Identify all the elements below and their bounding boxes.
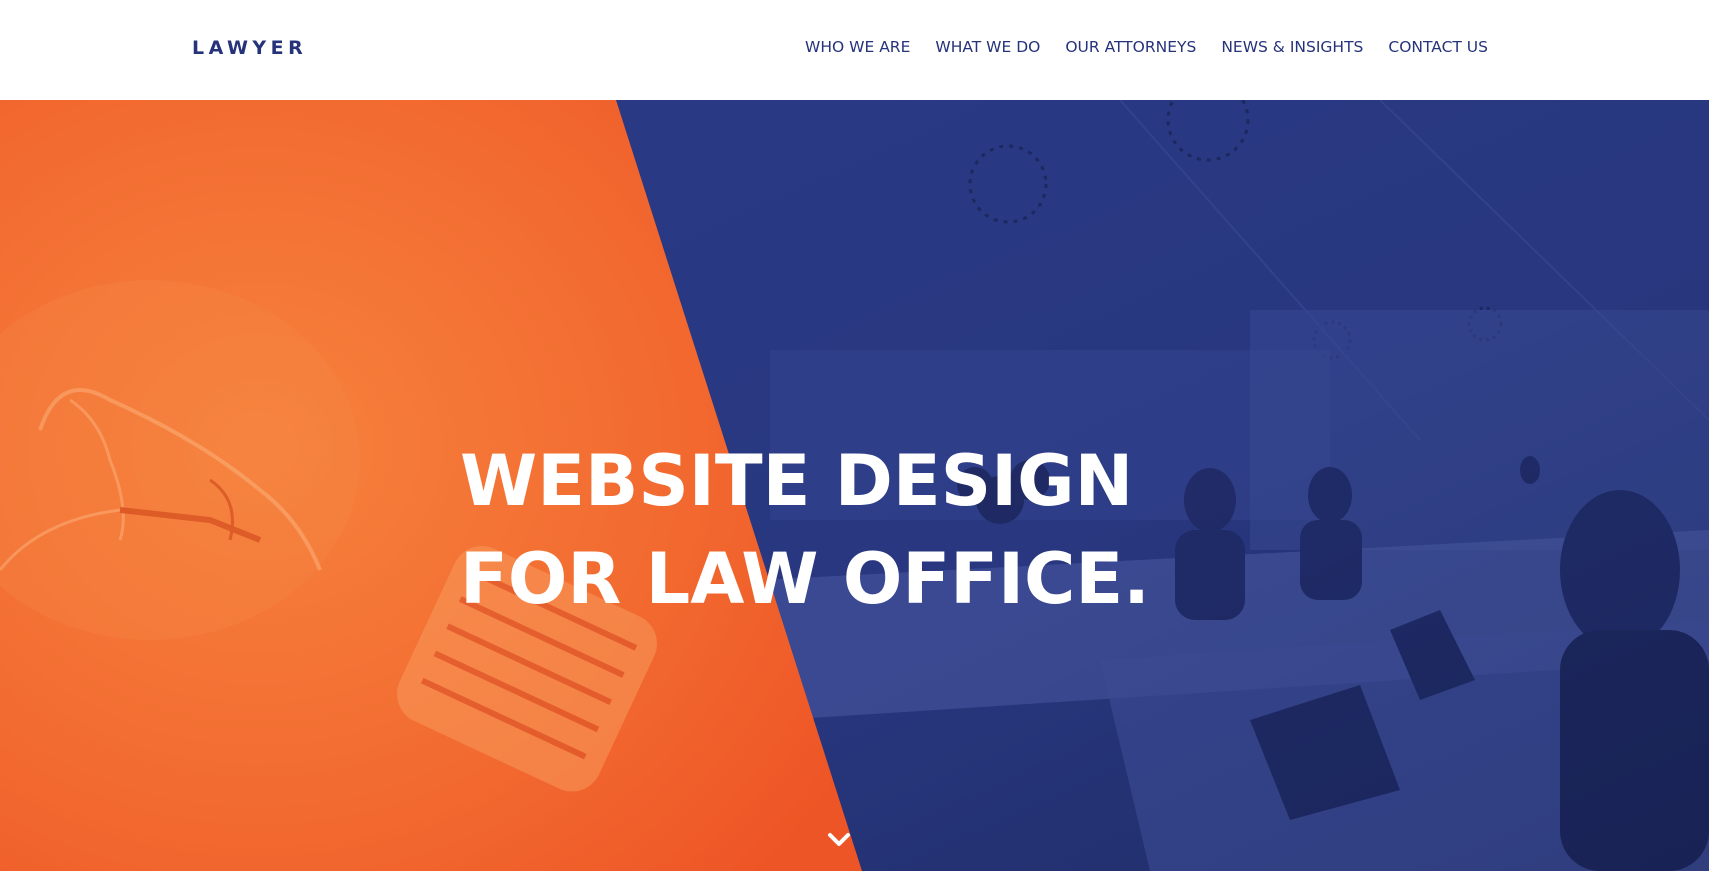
site-logo[interactable]: LAWYER bbox=[192, 36, 307, 60]
site-header: LAWYER WHO WE ARE WHAT WE DO OUR ATTORNE… bbox=[0, 0, 1709, 100]
nav-link-news-insights[interactable]: NEWS & INSIGHTS bbox=[1221, 37, 1363, 57]
main-nav: WHO WE ARE WHAT WE DO OUR ATTORNEYS NEWS… bbox=[805, 37, 1488, 57]
nav-link-contact-us[interactable]: CONTACT US bbox=[1388, 37, 1488, 57]
scroll-down-button[interactable] bbox=[824, 828, 854, 852]
nav-link-what-we-do[interactable]: WHAT WE DO bbox=[935, 37, 1040, 57]
chevron-down-icon bbox=[828, 833, 850, 846]
hero-headline: WEBSITE DESIGN FOR LAW OFFICE. bbox=[460, 432, 1150, 628]
nav-link-who-we-are[interactable]: WHO WE ARE bbox=[805, 37, 910, 57]
nav-link-our-attorneys[interactable]: OUR ATTORNEYS bbox=[1065, 37, 1196, 57]
hero-headline-line-2: FOR LAW OFFICE. bbox=[460, 538, 1150, 620]
hero-headline-line-1: WEBSITE DESIGN bbox=[460, 440, 1134, 522]
hero-section: WEBSITE DESIGN FOR LAW OFFICE. bbox=[0, 100, 1709, 871]
